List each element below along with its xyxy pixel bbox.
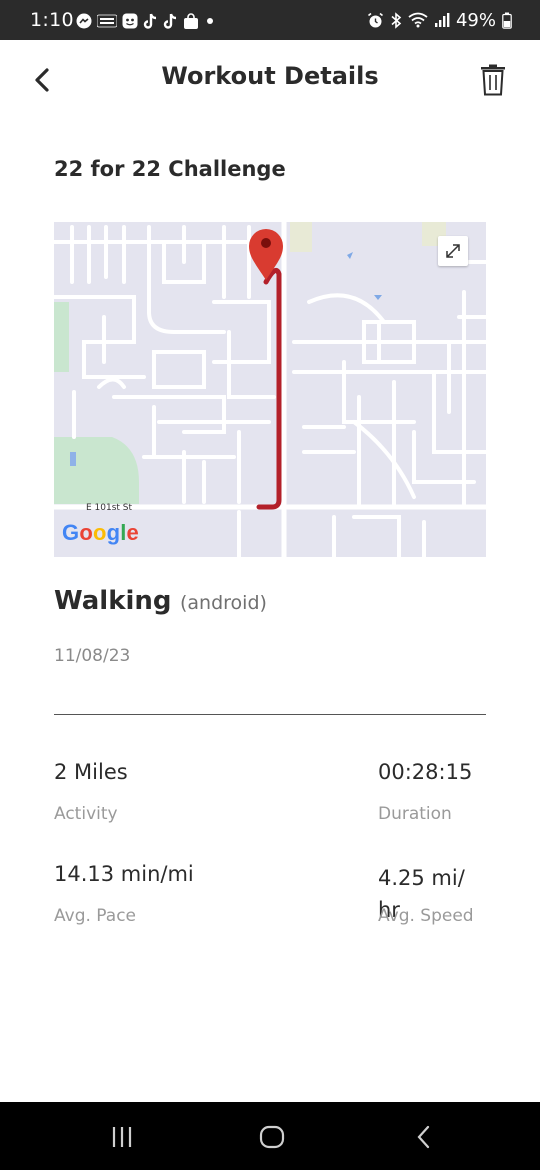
activity-type: Walking [54, 586, 172, 616]
bluetooth-icon [391, 11, 402, 29]
duration-value: 00:28:15 [378, 760, 473, 784]
home-button[interactable] [252, 1118, 292, 1156]
battery-icon [502, 12, 512, 29]
page-title: Workout Details [161, 62, 379, 90]
nav-back-button[interactable] [404, 1118, 444, 1156]
tiktok-icon [163, 13, 177, 29]
duration-label: Duration [378, 804, 452, 824]
activity-source: (android) [180, 592, 267, 614]
tiktok-icon [143, 13, 157, 29]
temu-icon [97, 14, 117, 28]
trash-icon [481, 64, 505, 96]
distance-label: Activity [54, 804, 118, 824]
workout-date: 11/08/23 [54, 646, 131, 666]
status-time: 1:10 [30, 9, 74, 31]
app-icon [122, 13, 138, 29]
recents-button[interactable] [102, 1118, 142, 1156]
dot-icon [207, 18, 213, 24]
status-bar: 1:10 49% [0, 0, 540, 40]
street-label: E 101st St [86, 503, 133, 513]
notification-icons [76, 12, 216, 30]
alarm-icon [367, 12, 383, 27]
route-map[interactable]: E 101st St Google [54, 222, 486, 557]
distance-value: 2 Miles [54, 760, 128, 784]
system-nav-bar [0, 1102, 540, 1170]
divider [54, 714, 486, 715]
signal-icon [434, 13, 450, 27]
shopping-bag-icon [184, 12, 198, 29]
messenger-icon [76, 13, 92, 29]
battery-percentage: 49% [455, 9, 496, 31]
back-icon [417, 1125, 430, 1149]
expand-map-button[interactable] [438, 236, 468, 266]
pace-label: Avg. Pace [54, 906, 137, 926]
expand-icon [446, 244, 460, 258]
pace-value: 14.13 min/mi [54, 862, 194, 886]
speed-label: Avg. Speed [378, 906, 474, 926]
wifi-icon [408, 12, 428, 28]
challenge-title: 22 for 22 Challenge [54, 157, 286, 181]
google-logo: Google [62, 520, 139, 545]
recents-icon [112, 1127, 132, 1147]
system-icons: 49% [367, 9, 512, 31]
home-icon [259, 1125, 285, 1149]
delete-button[interactable] [474, 60, 512, 100]
